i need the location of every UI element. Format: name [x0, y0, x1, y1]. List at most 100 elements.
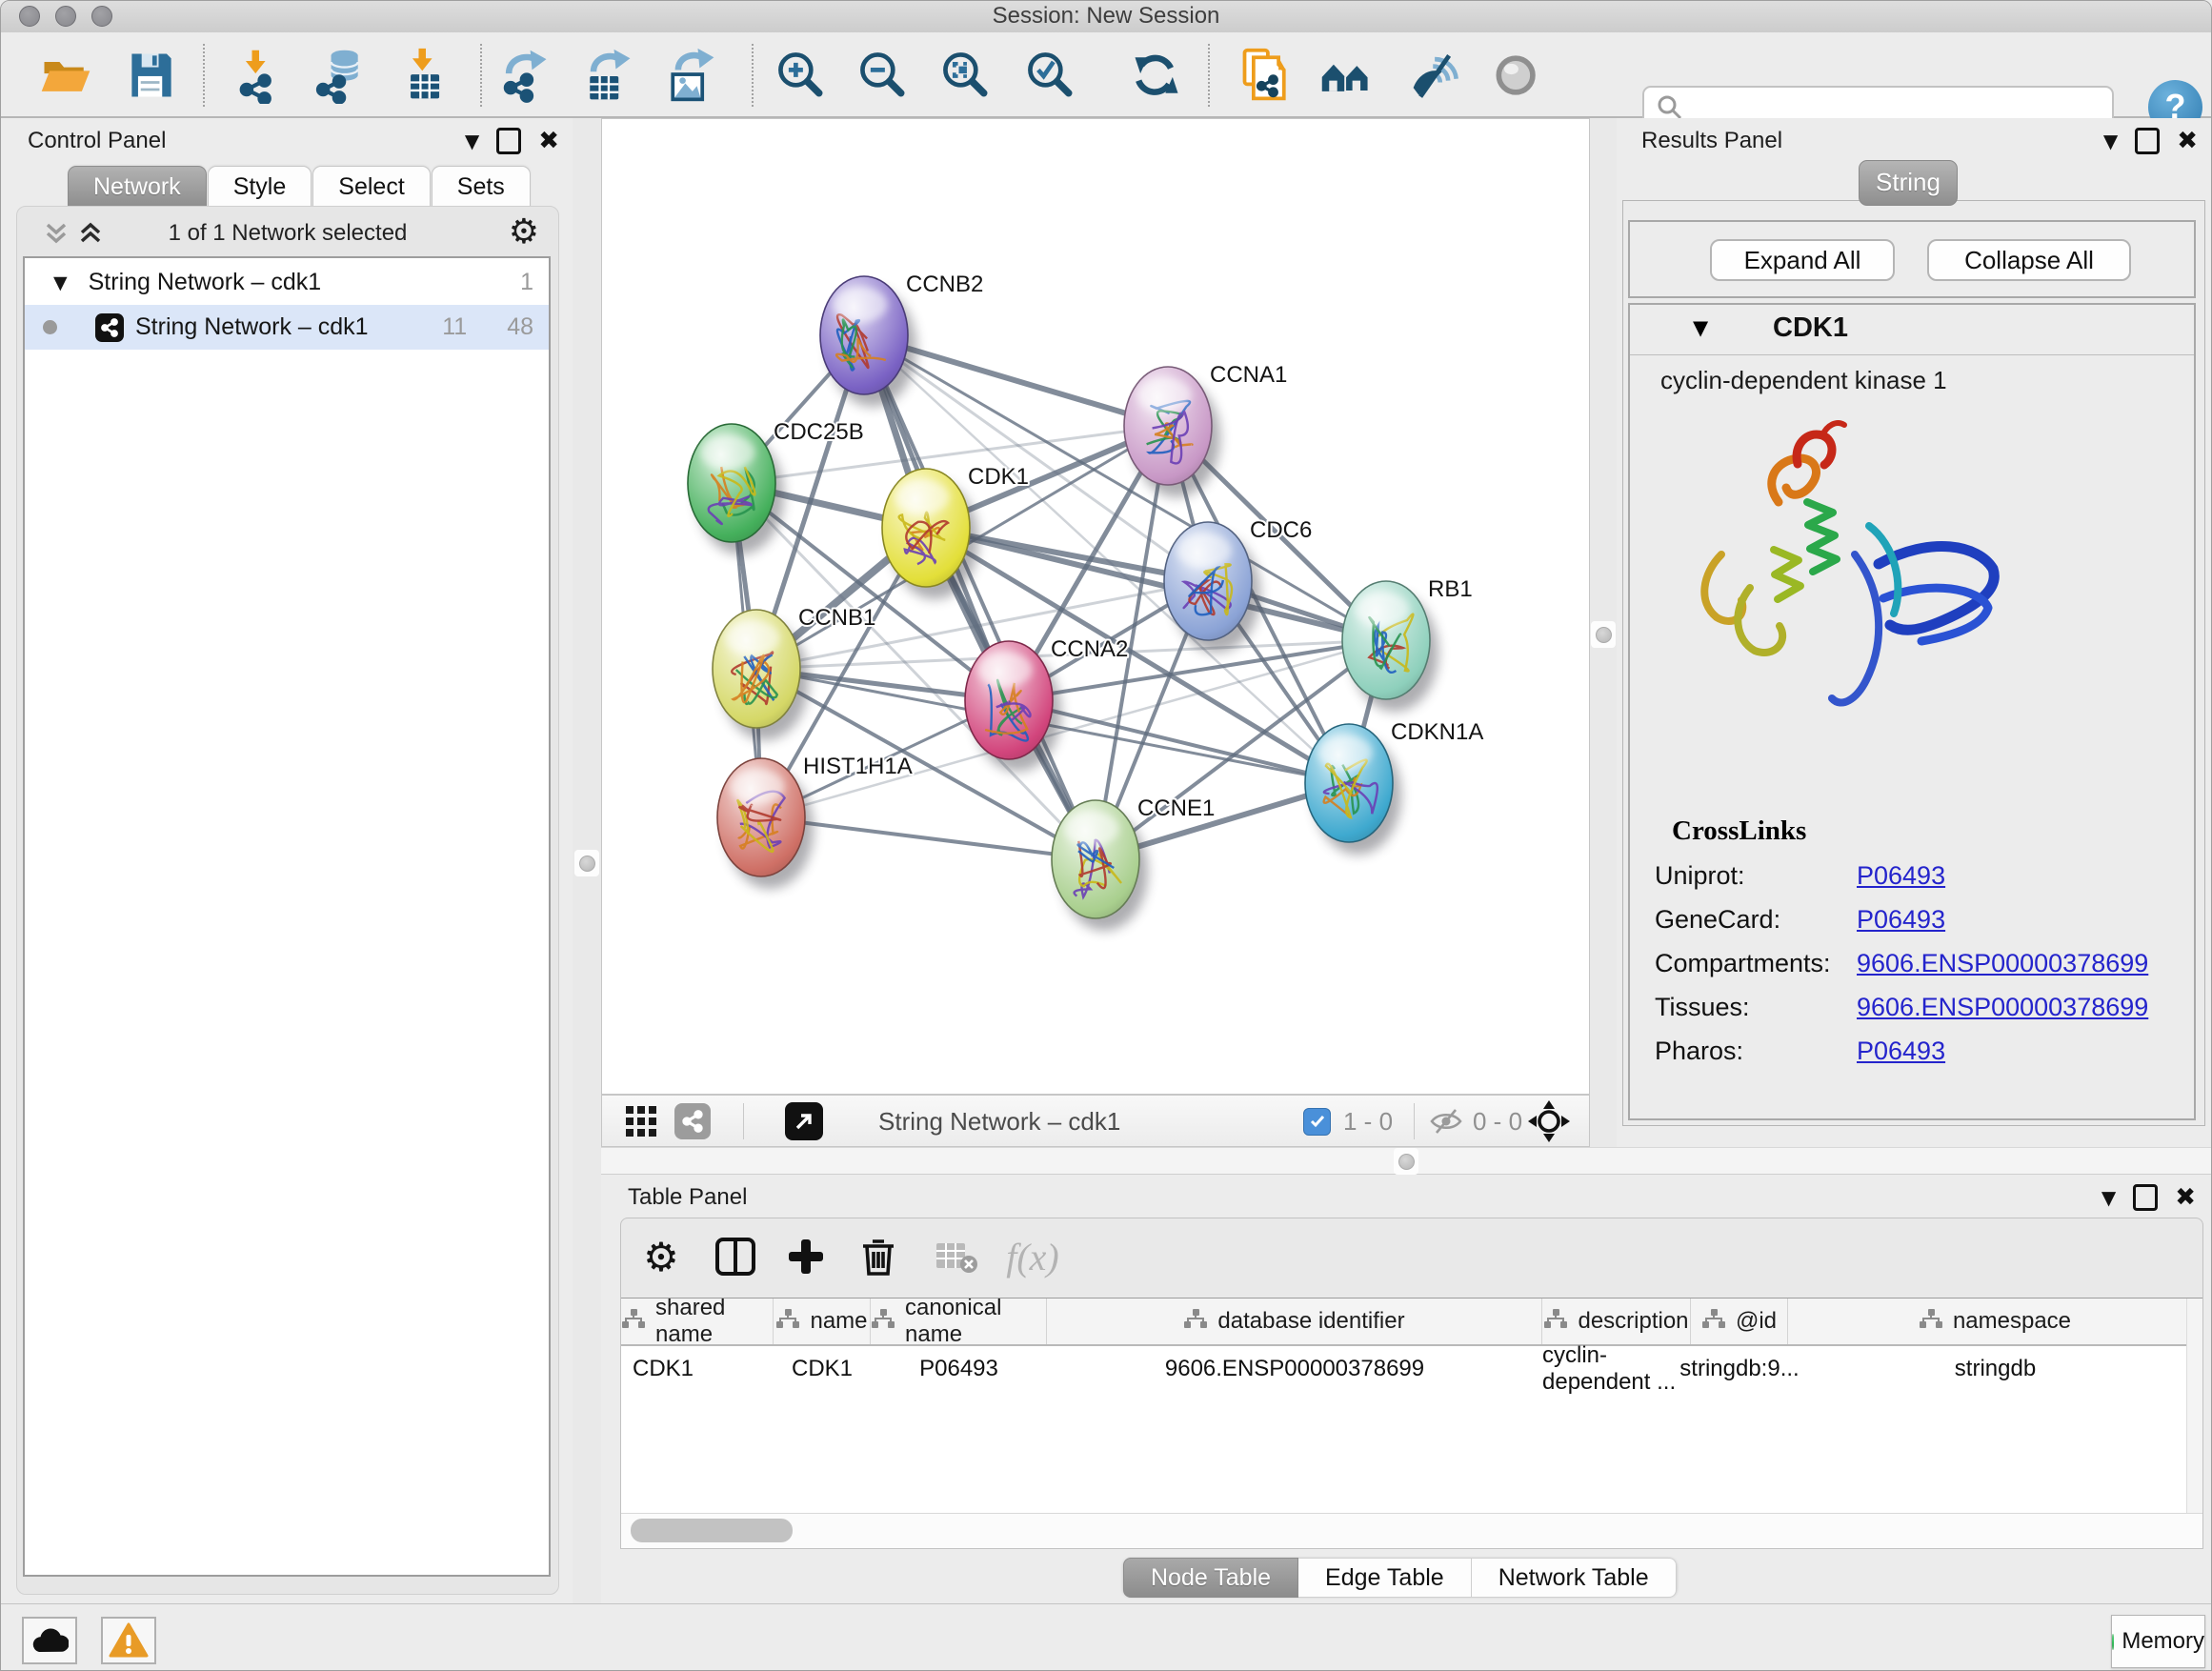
- crosslink-label: Compartments:: [1655, 949, 1831, 978]
- table-cell[interactable]: 9606.ENSP00000378699: [1047, 1348, 1542, 1390]
- tab-select[interactable]: Select: [312, 166, 430, 208]
- show-grid-button[interactable]: [623, 1102, 659, 1140]
- network-row-selected[interactable]: String Network – cdk1 11 48: [25, 305, 549, 350]
- network-node-CDKN1A[interactable]: [1305, 724, 1401, 855]
- export-table-button[interactable]: [577, 45, 638, 106]
- export-network-icon: [496, 47, 553, 104]
- panel-float-icon[interactable]: [2135, 128, 2160, 154]
- splitter-handle[interactable]: [1394, 1148, 1418, 1175]
- show-all-button[interactable]: [1487, 45, 1548, 106]
- table-vertical-scrollbar[interactable]: [2186, 1299, 2202, 1516]
- tree-expander-icon[interactable]: ▼: [53, 272, 68, 293]
- panel-menu-icon[interactable]: ▼: [2103, 130, 2118, 152]
- zoom-in-button[interactable]: [771, 45, 832, 106]
- open-session-button[interactable]: [35, 45, 96, 106]
- panel-close-icon[interactable]: ✖: [2177, 131, 2198, 151]
- section-collapse-icon[interactable]: ▼: [1693, 316, 1708, 339]
- column-header-name[interactable]: name: [774, 1299, 871, 1344]
- column-header--id[interactable]: @id: [1691, 1299, 1788, 1344]
- network-node-HIST1H1A[interactable]: [717, 758, 814, 889]
- table-cell[interactable]: stringdb: [1788, 1348, 2202, 1390]
- section-header[interactable]: ▼ CDK1: [1630, 305, 2194, 355]
- crosslink-link[interactable]: 9606.ENSP00000378699: [1857, 993, 2148, 1022]
- apply-layout-button[interactable]: [1126, 45, 1187, 106]
- new-network-from-selection-button[interactable]: [1236, 45, 1297, 106]
- tab-style[interactable]: Style: [208, 166, 312, 208]
- network-view-canvas[interactable]: CCNB2CCNA1CDC25BCDK1CDC6RB1CCNB1CCNA2CDK…: [601, 118, 1590, 1095]
- network-edge-CCNB2-CCNE1[interactable]: [864, 335, 1096, 859]
- network-node-CCNB1[interactable]: [713, 610, 809, 740]
- vertical-splitter-right[interactable]: [1590, 118, 1617, 1147]
- tab-network[interactable]: Network: [68, 166, 207, 208]
- network-node-CCNB2[interactable]: [820, 276, 916, 407]
- network-type-button[interactable]: [674, 1102, 711, 1140]
- network-node-CCNE1[interactable]: [1052, 800, 1148, 931]
- column-header-description[interactable]: description: [1542, 1299, 1691, 1344]
- warning-icon: [109, 1622, 149, 1659]
- network-node-CDC6[interactable]: [1164, 522, 1260, 653]
- crosslink-link[interactable]: P06493: [1857, 905, 1945, 935]
- collapse-all-button[interactable]: Collapse All: [1927, 239, 2131, 281]
- table-cell[interactable]: stringdb:9...: [1691, 1348, 1788, 1390]
- network-options-gear-icon[interactable]: ⚙: [509, 212, 539, 252]
- zoom-selected-button[interactable]: [1020, 45, 1081, 106]
- tab-sets[interactable]: Sets: [432, 166, 531, 208]
- table-cell[interactable]: cyclin-dependent ...: [1542, 1348, 1691, 1390]
- export-image-button[interactable]: [660, 45, 721, 106]
- vertical-splitter-left[interactable]: [573, 118, 601, 1603]
- crosslink-link[interactable]: 9606.ENSP00000378699: [1857, 949, 2148, 978]
- column-header-canonical-name[interactable]: canonical name: [871, 1299, 1047, 1344]
- import-network-database-button[interactable]: [309, 45, 370, 106]
- edge-count: 48: [507, 313, 533, 341]
- tab-node-table[interactable]: Node Table: [1123, 1558, 1298, 1598]
- import-table-file-button[interactable]: [395, 45, 456, 106]
- zoom-fit-button[interactable]: [935, 45, 996, 106]
- hide-selection-button[interactable]: [1406, 45, 1467, 106]
- expand-all-button[interactable]: Expand All: [1710, 239, 1895, 281]
- network-node-CCNA2[interactable]: [965, 641, 1061, 772]
- cloud-status-button[interactable]: [22, 1617, 77, 1664]
- window-title: Session: New Session: [1, 1, 2211, 32]
- column-header-shared-name[interactable]: shared name: [621, 1299, 774, 1344]
- selected-checkbox[interactable]: [1303, 1102, 1331, 1140]
- column-header-database-identifier[interactable]: database identifier: [1047, 1299, 1542, 1344]
- warnings-button[interactable]: [101, 1617, 156, 1664]
- tab-edge-table[interactable]: Edge Table: [1298, 1558, 1472, 1598]
- network-node-RB1[interactable]: [1342, 581, 1438, 712]
- horizontal-splitter[interactable]: [601, 1147, 2212, 1175]
- zoom-out-button[interactable]: [853, 45, 914, 106]
- crosslink-link[interactable]: P06493: [1857, 861, 1945, 891]
- table-cell[interactable]: P06493: [871, 1348, 1047, 1390]
- table-cell[interactable]: CDK1: [774, 1348, 871, 1390]
- panel-menu-icon[interactable]: ▼: [2101, 1186, 2116, 1209]
- table-options-button[interactable]: ⚙: [634, 1230, 688, 1283]
- splitter-handle[interactable]: [1591, 621, 1616, 648]
- delete-column-button[interactable]: [852, 1230, 905, 1283]
- export-table-icon: [579, 47, 636, 104]
- export-network-button[interactable]: [494, 45, 555, 106]
- tab-network-table[interactable]: Network Table: [1472, 1558, 1677, 1598]
- import-network-file-button[interactable]: [229, 45, 290, 106]
- function-builder-button-disabled[interactable]: f(x): [1006, 1230, 1059, 1283]
- create-column-button[interactable]: [779, 1230, 833, 1283]
- crosslink-link[interactable]: P06493: [1857, 1037, 1945, 1066]
- delete-table-button-disabled[interactable]: [930, 1230, 983, 1283]
- save-session-button[interactable]: [121, 45, 182, 106]
- panel-float-icon[interactable]: [2133, 1184, 2158, 1211]
- scrollbar-thumb[interactable]: [631, 1519, 793, 1542]
- column-header-namespace[interactable]: namespace: [1788, 1299, 2202, 1344]
- table-horizontal-scrollbar[interactable]: [621, 1513, 2202, 1548]
- memory-button[interactable]: Memory: [2111, 1615, 2205, 1668]
- show-columns-button[interactable]: [709, 1230, 762, 1283]
- birds-eye-view-button[interactable]: [1528, 1102, 1570, 1140]
- table-cell[interactable]: CDK1: [621, 1348, 774, 1390]
- splitter-handle[interactable]: [574, 850, 599, 876]
- panel-close-icon[interactable]: ✖: [538, 131, 559, 151]
- tab-string[interactable]: String: [1859, 160, 1958, 206]
- panel-float-icon[interactable]: [496, 128, 521, 154]
- network-collection-row[interactable]: ▼ String Network – cdk1 1: [25, 260, 549, 305]
- open-in-new-window-button[interactable]: [785, 1102, 823, 1140]
- panel-close-icon[interactable]: ✖: [2175, 1187, 2196, 1208]
- first-neighbors-button[interactable]: [1317, 45, 1377, 106]
- panel-menu-icon[interactable]: ▼: [465, 130, 479, 152]
